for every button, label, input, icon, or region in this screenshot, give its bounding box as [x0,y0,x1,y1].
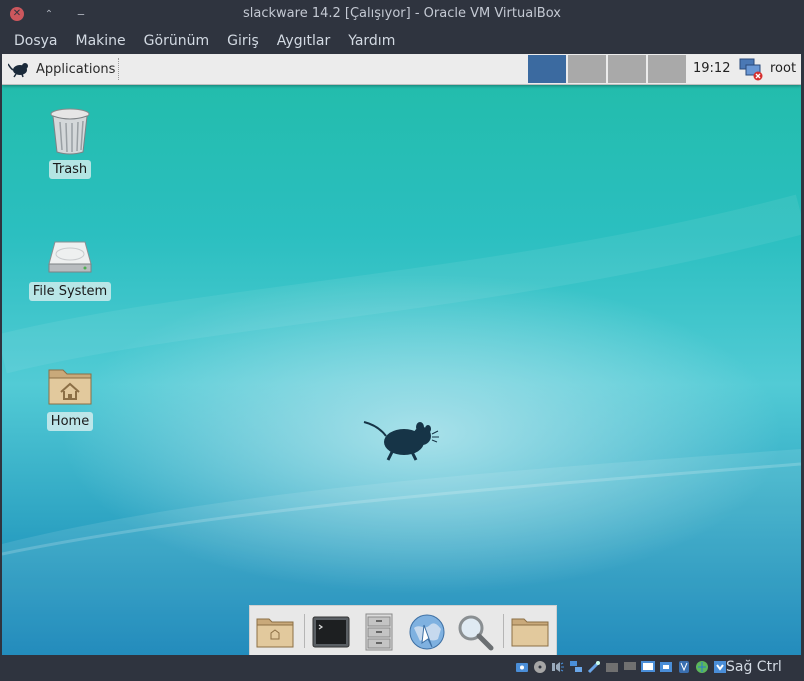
window-title: slackware 14.2 [Çalışıyor] - Oracle VM V… [243,6,561,21]
virtualbox-window: ✕ ⌃ ‒ slackware 14.2 [Çalışıyor] - Oracl… [0,0,804,681]
top-panel: Applications 19:12 root [2,54,801,85]
terminal-icon [312,616,350,648]
workspace-3[interactable] [608,55,648,83]
desktop-icon-label: Home [46,412,94,431]
workspace-1[interactable] [528,55,568,83]
panel-clock[interactable]: 19:12 [693,61,730,76]
display-icon[interactable] [622,659,638,675]
file-cabinet-icon [365,613,393,651]
workspace-2[interactable] [568,55,608,83]
network-globe-icon[interactable] [694,659,710,675]
workspace-4[interactable] [648,55,688,83]
desktop-icon-home[interactable]: Home [25,364,115,431]
dock-terminal[interactable] [311,612,351,652]
applications-menu[interactable]: Applications [8,58,115,80]
menu-aygitlar[interactable]: Aygıtlar [268,28,339,54]
host-key-label: Sağ Ctrl [726,659,782,675]
desktop-icon-label: File System [28,282,112,301]
search-icon [458,615,494,651]
network-disconnected-icon[interactable] [738,57,764,81]
xfce-mouse-logo [363,421,439,461]
menu-makine[interactable]: Makine [67,28,135,54]
status-icons [514,659,730,675]
panel-separator [118,58,119,80]
dock-home-folder[interactable] [255,612,295,652]
menu-gorunum[interactable]: Görünüm [135,28,218,54]
wallpaper-swoosh [2,194,801,655]
xfce-mouse-icon [8,63,28,78]
dock-separator [503,614,504,648]
dock-file-manager[interactable] [359,612,399,652]
panel-user[interactable]: root [770,61,796,76]
desktop-icon-trash[interactable]: Trash [25,108,115,179]
menu-dosya[interactable]: Dosya [0,28,67,54]
network-icon[interactable] [568,659,584,675]
audio-icon[interactable] [550,659,566,675]
menu-bar: Dosya Makine Görünüm Giriş Aygıtlar Yard… [0,28,804,54]
shared-folder-icon[interactable] [604,659,620,675]
dock-search[interactable] [455,612,495,652]
folder-icon [511,618,549,647]
dock-folder[interactable] [510,612,550,652]
home-folder-icon [48,369,92,405]
workspace-switcher [528,55,688,83]
title-bar: ✕ ⌃ ‒ slackware 14.2 [Çalışıyor] - Oracl… [0,0,804,28]
video-capture-icon[interactable] [640,659,656,675]
desktop-icon-file-system[interactable]: File System [25,238,115,301]
applications-label: Applications [36,61,116,77]
optical-drive-icon[interactable] [532,659,548,675]
trash-icon [50,108,90,155]
web-browser-icon [409,614,445,650]
home-folder-icon [256,618,294,648]
hard-disk-icon[interactable] [514,659,530,675]
usb-icon[interactable] [586,659,602,675]
desktop-icon-label: Trash [48,160,92,179]
dock-web-browser[interactable] [407,612,447,652]
mouse-integration-icon[interactable] [676,659,692,675]
guest-display[interactable]: Applications 19:12 root Trash File Syste… [2,54,801,655]
cpu-icon[interactable] [658,659,674,675]
menu-yardim[interactable]: Yardım [339,28,404,54]
dock [249,605,557,655]
harddrive-icon [48,241,92,273]
dock-separator [304,614,305,648]
menu-giris[interactable]: Giriş [218,28,268,54]
vbox-status-bar: Sağ Ctrl [0,655,804,681]
